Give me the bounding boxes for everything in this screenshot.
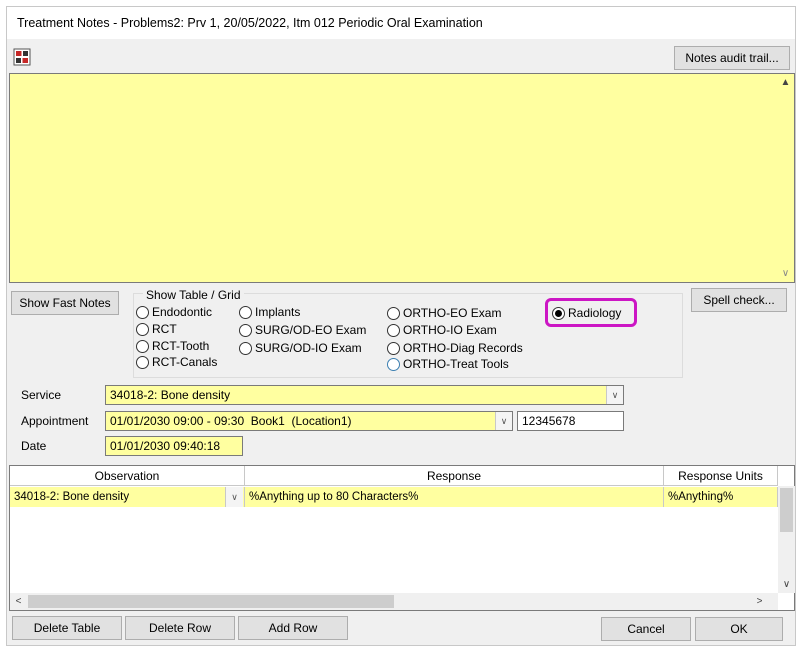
appointment-id-field[interactable]: 12345678	[517, 411, 624, 431]
treatment-notes-window: Treatment Notes - Problems2: Prv 1, 20/0…	[6, 6, 796, 646]
radio-circle-icon	[239, 305, 252, 319]
scroll-up-icon[interactable]: ▲	[777, 74, 794, 91]
radio-circle-icon	[239, 323, 252, 337]
appointment-value: 01/01/2030 09:00 - 09:30 Book1 (Location…	[110, 414, 352, 428]
radio-circle-icon	[387, 357, 400, 371]
radio-circle-icon	[387, 323, 400, 337]
table-row-units-cell[interactable]: %Anything%	[664, 487, 778, 507]
notes-text-area[interactable]: ▲ ∨	[9, 73, 795, 283]
scrollbar-thumb[interactable]	[780, 488, 793, 532]
date-label: Date	[21, 439, 47, 453]
radio-rct-tooth[interactable]: RCT-Tooth	[136, 339, 209, 353]
radio-surg-od-eo-exam[interactable]: SURG/OD-EO Exam	[239, 323, 366, 337]
radio-circle-icon	[136, 322, 149, 336]
appointment-label: Appointment	[21, 414, 89, 428]
show-table-grid-title: Show Table / Grid	[143, 288, 244, 302]
radio-surg-od-io-exam[interactable]: SURG/OD-IO Exam	[239, 341, 362, 355]
chevron-down-icon[interactable]: ∨	[225, 487, 243, 507]
service-label: Service	[21, 388, 62, 402]
add-row-button[interactable]: Add Row	[238, 616, 348, 640]
column-header-observation[interactable]: Observation	[10, 466, 245, 486]
service-dropdown[interactable]: 34018-2: Bone density ∨	[105, 385, 624, 405]
chevron-down-icon[interactable]: ∨	[495, 412, 512, 430]
radio-circle-icon	[136, 305, 149, 319]
table-row-response-cell[interactable]: %Anything up to 80 Characters%	[245, 487, 664, 507]
radio-circle-icon	[387, 306, 400, 320]
table-row-observation-cell[interactable]: 34018-2: Bone density ∨	[10, 487, 245, 507]
radio-selected-icon	[552, 306, 565, 320]
scroll-down-icon[interactable]: ∨	[778, 576, 795, 593]
radio-ortho-diag-records[interactable]: ORTHO-Diag Records	[387, 341, 523, 355]
radio-radiology[interactable]: Radiology	[552, 306, 621, 320]
radio-ortho-treat-tools[interactable]: ORTHO-Treat Tools	[387, 357, 509, 371]
cancel-button[interactable]: Cancel	[601, 617, 691, 641]
radio-ortho-io-exam[interactable]: ORTHO-IO Exam	[387, 323, 497, 337]
window-title: Treatment Notes - Problems2: Prv 1, 20/0…	[17, 16, 483, 30]
scroll-right-icon[interactable]: >	[751, 593, 768, 610]
radio-circle-icon	[387, 341, 400, 355]
radio-endodontic[interactable]: Endodontic	[136, 305, 212, 319]
ok-button[interactable]: OK	[695, 617, 783, 641]
delete-row-button[interactable]: Delete Row	[125, 616, 235, 640]
scrollbar-thumb[interactable]	[28, 595, 394, 608]
notes-vertical-scrollbar[interactable]: ▲ ∨	[777, 74, 794, 282]
column-header-response[interactable]: Response	[245, 466, 664, 486]
radio-circle-icon	[239, 341, 252, 355]
delete-table-button[interactable]: Delete Table	[12, 616, 122, 640]
column-header-response-units[interactable]: Response Units	[664, 466, 778, 486]
title-bar: Treatment Notes - Problems2: Prv 1, 20/0…	[7, 7, 795, 39]
radio-rct-canals[interactable]: RCT-Canals	[136, 355, 217, 369]
date-field[interactable]: 01/01/2030 09:40:18	[105, 436, 243, 456]
radio-circle-icon	[136, 355, 149, 369]
service-value: 34018-2: Bone density	[110, 388, 231, 402]
spell-check-button[interactable]: Spell check...	[691, 288, 787, 312]
notes-audit-trail-button[interactable]: Notes audit trail...	[674, 46, 790, 70]
radio-rct[interactable]: RCT	[136, 322, 177, 336]
grid-vertical-scrollbar[interactable]: ∨	[778, 486, 795, 593]
radio-implants[interactable]: Implants	[239, 305, 300, 319]
chevron-down-icon[interactable]: ∨	[606, 386, 623, 404]
observation-grid: Observation Response Response Units 3401…	[9, 465, 795, 611]
radio-ortho-eo-exam[interactable]: ORTHO-EO Exam	[387, 306, 501, 320]
scroll-down-icon[interactable]: ∨	[777, 265, 794, 282]
show-fast-notes-button[interactable]: Show Fast Notes	[11, 291, 119, 315]
appointment-dropdown[interactable]: 01/01/2030 09:00 - 09:30 Book1 (Location…	[105, 411, 513, 431]
scroll-left-icon[interactable]: <	[10, 593, 27, 610]
grid-horizontal-scrollbar[interactable]: < >	[10, 593, 778, 610]
radio-circle-icon	[136, 339, 149, 353]
abc-toolbar-icon[interactable]	[13, 48, 31, 66]
